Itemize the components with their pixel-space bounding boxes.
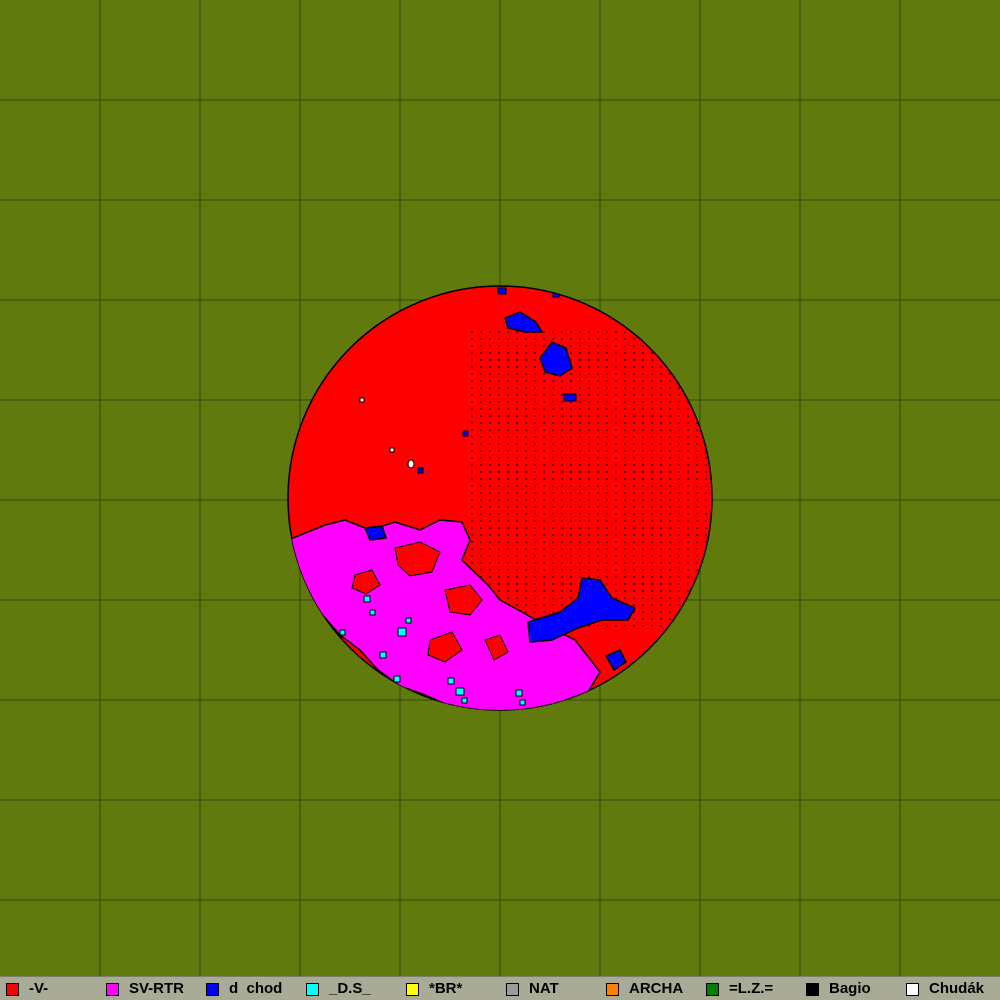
legend-swatch (406, 982, 419, 996)
legend-bar: -V- SV-RTR d chod _D.S_ *BR* NAT ARCHA =L.Z.= Ba… (0, 976, 1000, 1000)
territory-d-chod (417, 467, 424, 474)
legend-item: =L.Z.= (706, 980, 773, 998)
legend-label: _D.S_ (329, 980, 371, 997)
legend-item: _D.S_ (306, 980, 371, 998)
legend-label: Bagio (829, 980, 871, 997)
legend-label: Chudák (929, 980, 985, 997)
territory-globe (287, 285, 713, 711)
territory-d-chod (563, 393, 577, 402)
legend-swatch (306, 982, 319, 996)
legend-swatch (6, 982, 19, 996)
legend-item: Chudák (906, 980, 984, 998)
legend-label: *BR* (429, 980, 463, 997)
legend-swatch (706, 982, 719, 996)
legend-item: NAT (506, 980, 559, 998)
legend-swatch (806, 982, 819, 996)
legend-label: SV-RTR (129, 980, 185, 997)
legend-swatch (506, 982, 519, 996)
legend-label: -V- (29, 980, 49, 997)
legend-item: ARCHA (606, 980, 683, 998)
legend-item: *BR* (406, 980, 462, 998)
legend-swatch (106, 982, 119, 996)
map-canvas (0, 0, 1000, 976)
legend-swatch (606, 982, 619, 996)
legend-item: SV-RTR (106, 980, 184, 998)
legend-item: Bagio (806, 980, 871, 998)
legend-swatch (906, 982, 919, 996)
territory-map[interactable] (0, 0, 1000, 976)
legend-item: -V- (6, 980, 48, 998)
territory-d-chod (462, 430, 469, 437)
legend-item: d chod (206, 980, 282, 998)
legend-label: d chod (229, 980, 283, 997)
legend-swatch (206, 982, 219, 996)
legend-label: =L.Z.= (729, 980, 774, 997)
legend-label: NAT (529, 980, 559, 997)
legend-label: ARCHA (629, 980, 684, 997)
territory-d-chod (497, 287, 507, 295)
